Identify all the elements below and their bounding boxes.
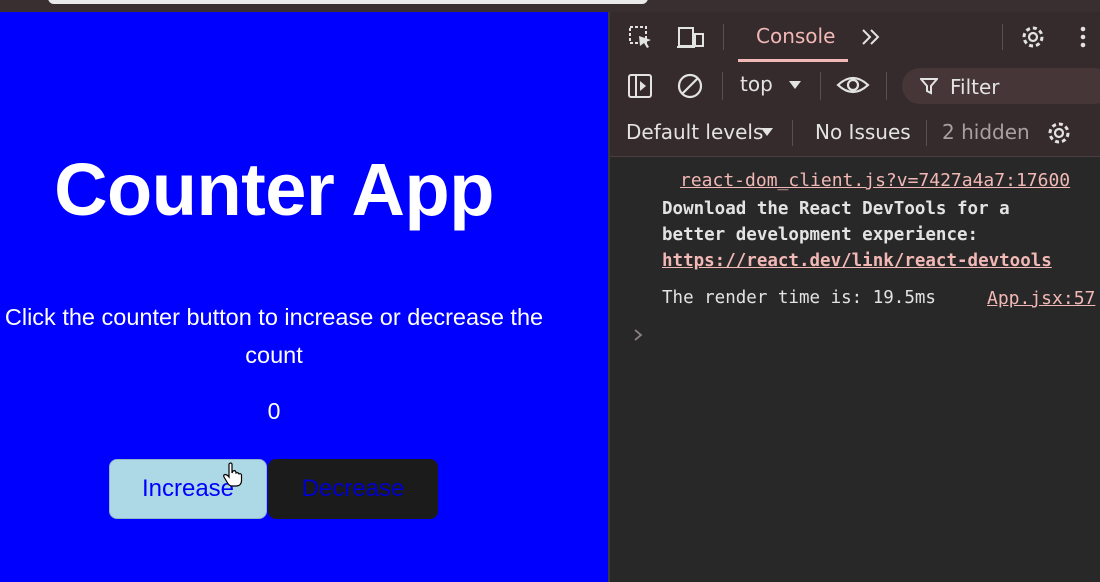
log-levels-dropdown[interactable]: Default levels (626, 120, 763, 144)
device-toggle-icon[interactable] (676, 25, 706, 51)
settings-gear-icon[interactable] (1020, 24, 1046, 50)
divider (1002, 24, 1003, 50)
kebab-menu-icon[interactable] (1078, 24, 1088, 50)
console-settings-icon[interactable] (1046, 120, 1072, 146)
devtools-tab-bar: Console (610, 12, 1100, 62)
divider (926, 120, 927, 146)
console-toolbar: top Filter (610, 62, 1100, 110)
clear-console-icon[interactable] (676, 72, 704, 100)
console-levels-bar: Default levels No Issues 2 hidden (610, 110, 1100, 157)
app-description: Click the counter button to increase or … (4, 304, 544, 368)
tab-console-label: Console (756, 24, 836, 48)
message-line: better development experience: (662, 225, 979, 245)
app-viewport: Counter App Click the counter button to … (0, 12, 608, 582)
divider (886, 72, 887, 100)
message-line: Download the React DevTools for a (662, 199, 1010, 219)
tab-console[interactable]: Console (738, 12, 848, 62)
sidebar-toggle-icon[interactable] (627, 73, 653, 99)
browser-top-strip (0, 0, 1100, 12)
eye-icon[interactable] (836, 73, 870, 97)
devtools-link[interactable]: https://react.dev/link/react-devtools (662, 251, 1052, 271)
divider (792, 120, 793, 146)
more-tabs-icon[interactable] (860, 27, 882, 47)
message-source-link[interactable]: App.jsx:57 (987, 288, 1095, 309)
console-message: Download the React DevTools for a better… (662, 196, 1052, 274)
hand-cursor-icon (223, 462, 243, 487)
dropdown-arrow-icon[interactable] (788, 80, 802, 90)
decrease-button[interactable]: Decrease (268, 459, 438, 519)
filter-input[interactable]: Filter (902, 68, 1100, 104)
console-prompt-icon[interactable] (632, 328, 644, 342)
divider (723, 24, 724, 50)
console-message: The render time is: 19.5ms (662, 288, 936, 308)
issues-counter[interactable]: No Issues (815, 120, 911, 144)
filter-icon (920, 78, 938, 95)
filter-placeholder: Filter (950, 75, 1000, 99)
hidden-messages-count: 2 hidden (942, 120, 1030, 144)
address-bar-edge (48, 0, 648, 4)
divider (722, 72, 723, 100)
devtools-panel: Console top Filter Default levels No Iss… (608, 12, 1100, 582)
divider (820, 72, 821, 100)
message-source-link[interactable]: react-dom_client.js?v=7427a4a7:17600 (680, 170, 1070, 191)
context-selector[interactable]: top (740, 72, 773, 96)
dropdown-arrow-icon[interactable] (760, 127, 774, 137)
counter-value: 0 (267, 398, 281, 424)
inspect-element-icon[interactable] (628, 25, 654, 51)
page-title: Counter App (54, 148, 494, 231)
